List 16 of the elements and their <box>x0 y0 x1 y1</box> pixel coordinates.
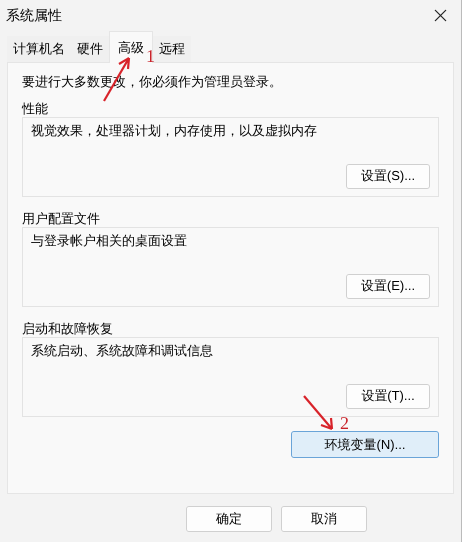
environment-variables-button[interactable]: 环境变量(N)... <box>291 431 439 458</box>
close-icon[interactable] <box>434 8 447 22</box>
group-description: 视觉效果，处理器计划，内存使用，以及虚拟内存 <box>31 122 318 140</box>
group-description: 与登录帐户相关的桌面设置 <box>31 232 188 250</box>
step-number: 2 <box>340 413 349 433</box>
window-title: 系统属性 <box>6 6 62 24</box>
settings-button[interactable]: 设置(S)... <box>346 164 430 188</box>
group-description: 系统启动、系统故障和调试信息 <box>31 342 214 360</box>
settings-button[interactable]: 设置(T)... <box>346 384 430 408</box>
group-title: 性能 <box>22 100 49 117</box>
dialog-button[interactable]: 取消 <box>281 506 367 532</box>
step-number: 1 <box>146 46 155 66</box>
dialog-button[interactable]: 确定 <box>186 506 272 532</box>
settings-button[interactable]: 设置(E)... <box>346 274 430 298</box>
group-title: 用户配置文件 <box>22 210 101 227</box>
group-title: 启动和故障恢复 <box>22 320 114 337</box>
